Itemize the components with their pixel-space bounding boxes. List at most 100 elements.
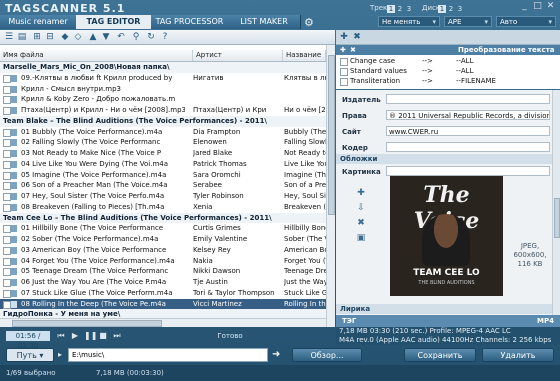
- file-row[interactable]: 03 Not Ready to Make Nice (The Voice P Ja…: [0, 148, 326, 159]
- case-dropdown[interactable]: Не менять ▾: [378, 16, 440, 27]
- save-picture-icon[interactable]: ▣: [356, 233, 366, 243]
- transform-row[interactable]: Transliteration --> --FILENAME: [336, 77, 560, 86]
- checkbox[interactable]: [3, 96, 11, 105]
- checkbox[interactable]: [340, 58, 348, 66]
- extract-picture-icon[interactable]: ⇩: [356, 203, 366, 213]
- encoder-field[interactable]: [386, 142, 550, 152]
- checkbox[interactable]: [3, 107, 11, 115]
- save-button[interactable]: Сохранить: [404, 348, 476, 362]
- file-row[interactable]: Крилл & Koby Zero - Добро пожаловать.m: [0, 94, 326, 105]
- add-icon[interactable]: ✚: [340, 45, 346, 55]
- file-row[interactable]: 01 Hillbilly Bone (The Voice Performance…: [0, 223, 326, 234]
- checkbox[interactable]: [3, 300, 11, 309]
- column-filename[interactable]: Имя файла: [0, 50, 193, 61]
- site-field[interactable]: www.CWER.ru: [386, 126, 550, 136]
- add-picture-icon[interactable]: ✚: [356, 188, 366, 198]
- file-row[interactable]: 03 American Boy (The Voice Performance Ke…: [0, 245, 326, 256]
- file-row[interactable]: 06 Just the Way You Are (The Voice P.m4a…: [0, 277, 326, 288]
- folder-icon[interactable]: ▸: [58, 350, 62, 359]
- checkbox[interactable]: [3, 268, 11, 277]
- file-row[interactable]: 04 Live Like You Were Dying (The Voi.m4a…: [0, 159, 326, 170]
- column-title[interactable]: Название: [283, 50, 326, 61]
- browse-button[interactable]: Обзор...: [292, 348, 362, 362]
- list-view-icon[interactable]: ☰: [4, 32, 14, 42]
- scrollbar-thumb[interactable]: [554, 198, 560, 238]
- checkbox[interactable]: [3, 182, 11, 191]
- tab-list-maker[interactable]: LIST MAKER: [228, 15, 301, 29]
- file-row[interactable]: 07 Hey, Soul Sister (The Voice Perfo.m4a…: [0, 191, 326, 202]
- file-row[interactable]: Крилл - Смысл внутри.mp3: [0, 84, 326, 95]
- track-num-1[interactable]: 1: [387, 5, 395, 13]
- remove-icon[interactable]: ✖: [352, 32, 362, 42]
- vertical-scrollbar[interactable]: [326, 45, 335, 327]
- next-icon[interactable]: ⏭: [112, 331, 122, 341]
- checkbox[interactable]: [340, 68, 348, 76]
- checkbox[interactable]: [3, 74, 11, 83]
- file-row[interactable]: 07 Stuck Like Glue (The Voice Perform.m4…: [0, 288, 326, 299]
- checkbox[interactable]: [3, 193, 11, 201]
- checkbox[interactable]: [3, 150, 11, 158]
- move-down-icon[interactable]: ▼: [101, 32, 111, 42]
- checkbox[interactable]: [3, 171, 11, 180]
- track-num-2[interactable]: 2: [396, 5, 404, 13]
- add-icon[interactable]: ✚: [339, 32, 349, 42]
- gear-icon[interactable]: ⚙: [304, 16, 314, 29]
- tab-tag-processor[interactable]: TAG PROCESSOR: [151, 15, 229, 29]
- encoding-dropdown[interactable]: Авто ▾: [496, 16, 556, 27]
- file-row[interactable]: 08 Breakeven (Falling to Pieces) [Th.m4a…: [0, 202, 326, 213]
- checkbox[interactable]: [3, 225, 11, 234]
- select-all-icon[interactable]: ◆: [60, 32, 70, 42]
- disc-num-2[interactable]: 2: [447, 5, 455, 13]
- file-row[interactable]: 02 Falling Slowly (The Voice Performanc E…: [0, 137, 326, 148]
- file-row[interactable]: 04 Forget You (The Voice Performance).m4…: [0, 256, 326, 267]
- invert-selection-icon[interactable]: ◇: [73, 32, 83, 42]
- transform-row[interactable]: Standard values --> --ALL: [336, 67, 560, 76]
- rights-field[interactable]: ® 2011 Universal Republic Records, a div…: [386, 110, 550, 120]
- file-row[interactable]: 09.-Клятвы в любви ft Крилл produced by Н…: [0, 73, 326, 84]
- file-row[interactable]: Птаха(Центр) и Крилл - Ни о чём [2008].m…: [0, 105, 326, 116]
- checkbox[interactable]: [3, 160, 11, 169]
- filter-icon[interactable]: ⚲: [131, 32, 141, 42]
- tag-format-dropdown[interactable]: APE ▾: [444, 16, 492, 27]
- transform-row[interactable]: Change case --> --ALL: [336, 57, 560, 66]
- folder-group-row[interactable]: Team Cee Lo – The Blind Auditions (The V…: [0, 212, 326, 224]
- remove-picture-icon[interactable]: ✖: [356, 218, 366, 228]
- play-icon[interactable]: ▶: [70, 331, 80, 341]
- undo-icon[interactable]: ↶: [116, 32, 126, 42]
- track-num-3[interactable]: 3: [405, 5, 413, 13]
- checkbox[interactable]: [340, 78, 348, 86]
- tab-tag-editor[interactable]: TAG EDITOR: [76, 15, 152, 29]
- file-row[interactable]: 05 Imagine (The Voice Performance).m4a Sa…: [0, 170, 326, 181]
- path-input[interactable]: [68, 348, 268, 362]
- disc-num-1[interactable]: 1: [438, 5, 446, 13]
- file-row[interactable]: 06 Son of a Preacher Man (The Voice.m4a S…: [0, 180, 326, 191]
- checkbox[interactable]: [3, 128, 11, 137]
- help-icon[interactable]: ?: [160, 32, 170, 42]
- minimize-icon[interactable]: _: [519, 2, 530, 11]
- picture-select[interactable]: [386, 166, 550, 176]
- pause-icon[interactable]: ❚❚: [84, 331, 97, 341]
- close-icon[interactable]: ✕: [545, 2, 556, 11]
- covers-section[interactable]: Обложки: [336, 154, 552, 164]
- checkbox[interactable]: [3, 203, 11, 212]
- checkbox[interactable]: [3, 279, 11, 287]
- checkbox[interactable]: [3, 289, 11, 298]
- checkbox[interactable]: [3, 139, 11, 148]
- collapse-icon[interactable]: ⊟: [45, 32, 55, 42]
- expand-icon[interactable]: ⊞: [32, 32, 42, 42]
- checkbox[interactable]: [3, 85, 11, 94]
- checkbox[interactable]: [3, 236, 11, 244]
- remove-icon[interactable]: ✖: [350, 45, 356, 55]
- checkbox[interactable]: [3, 246, 11, 255]
- file-row[interactable]: 08 Rolling In the Deep (The Voice Pe.m4a…: [0, 298, 326, 310]
- go-arrow-icon[interactable]: ➜: [272, 349, 280, 360]
- scrollbar-thumb[interactable]: [328, 55, 335, 215]
- lyrics-section[interactable]: Лирика: [336, 304, 552, 314]
- delete-button[interactable]: Удалить: [482, 348, 554, 362]
- previous-icon[interactable]: ⏮: [56, 331, 66, 341]
- tab-music-renamer[interactable]: Music renamer: [0, 15, 77, 29]
- file-row[interactable]: 01 Bubbly (The Voice Performance).m4a Dia…: [0, 127, 326, 138]
- move-up-icon[interactable]: ▲: [88, 32, 98, 42]
- stop-icon[interactable]: ■: [98, 331, 108, 341]
- scrollbar-thumb[interactable]: [12, 320, 162, 327]
